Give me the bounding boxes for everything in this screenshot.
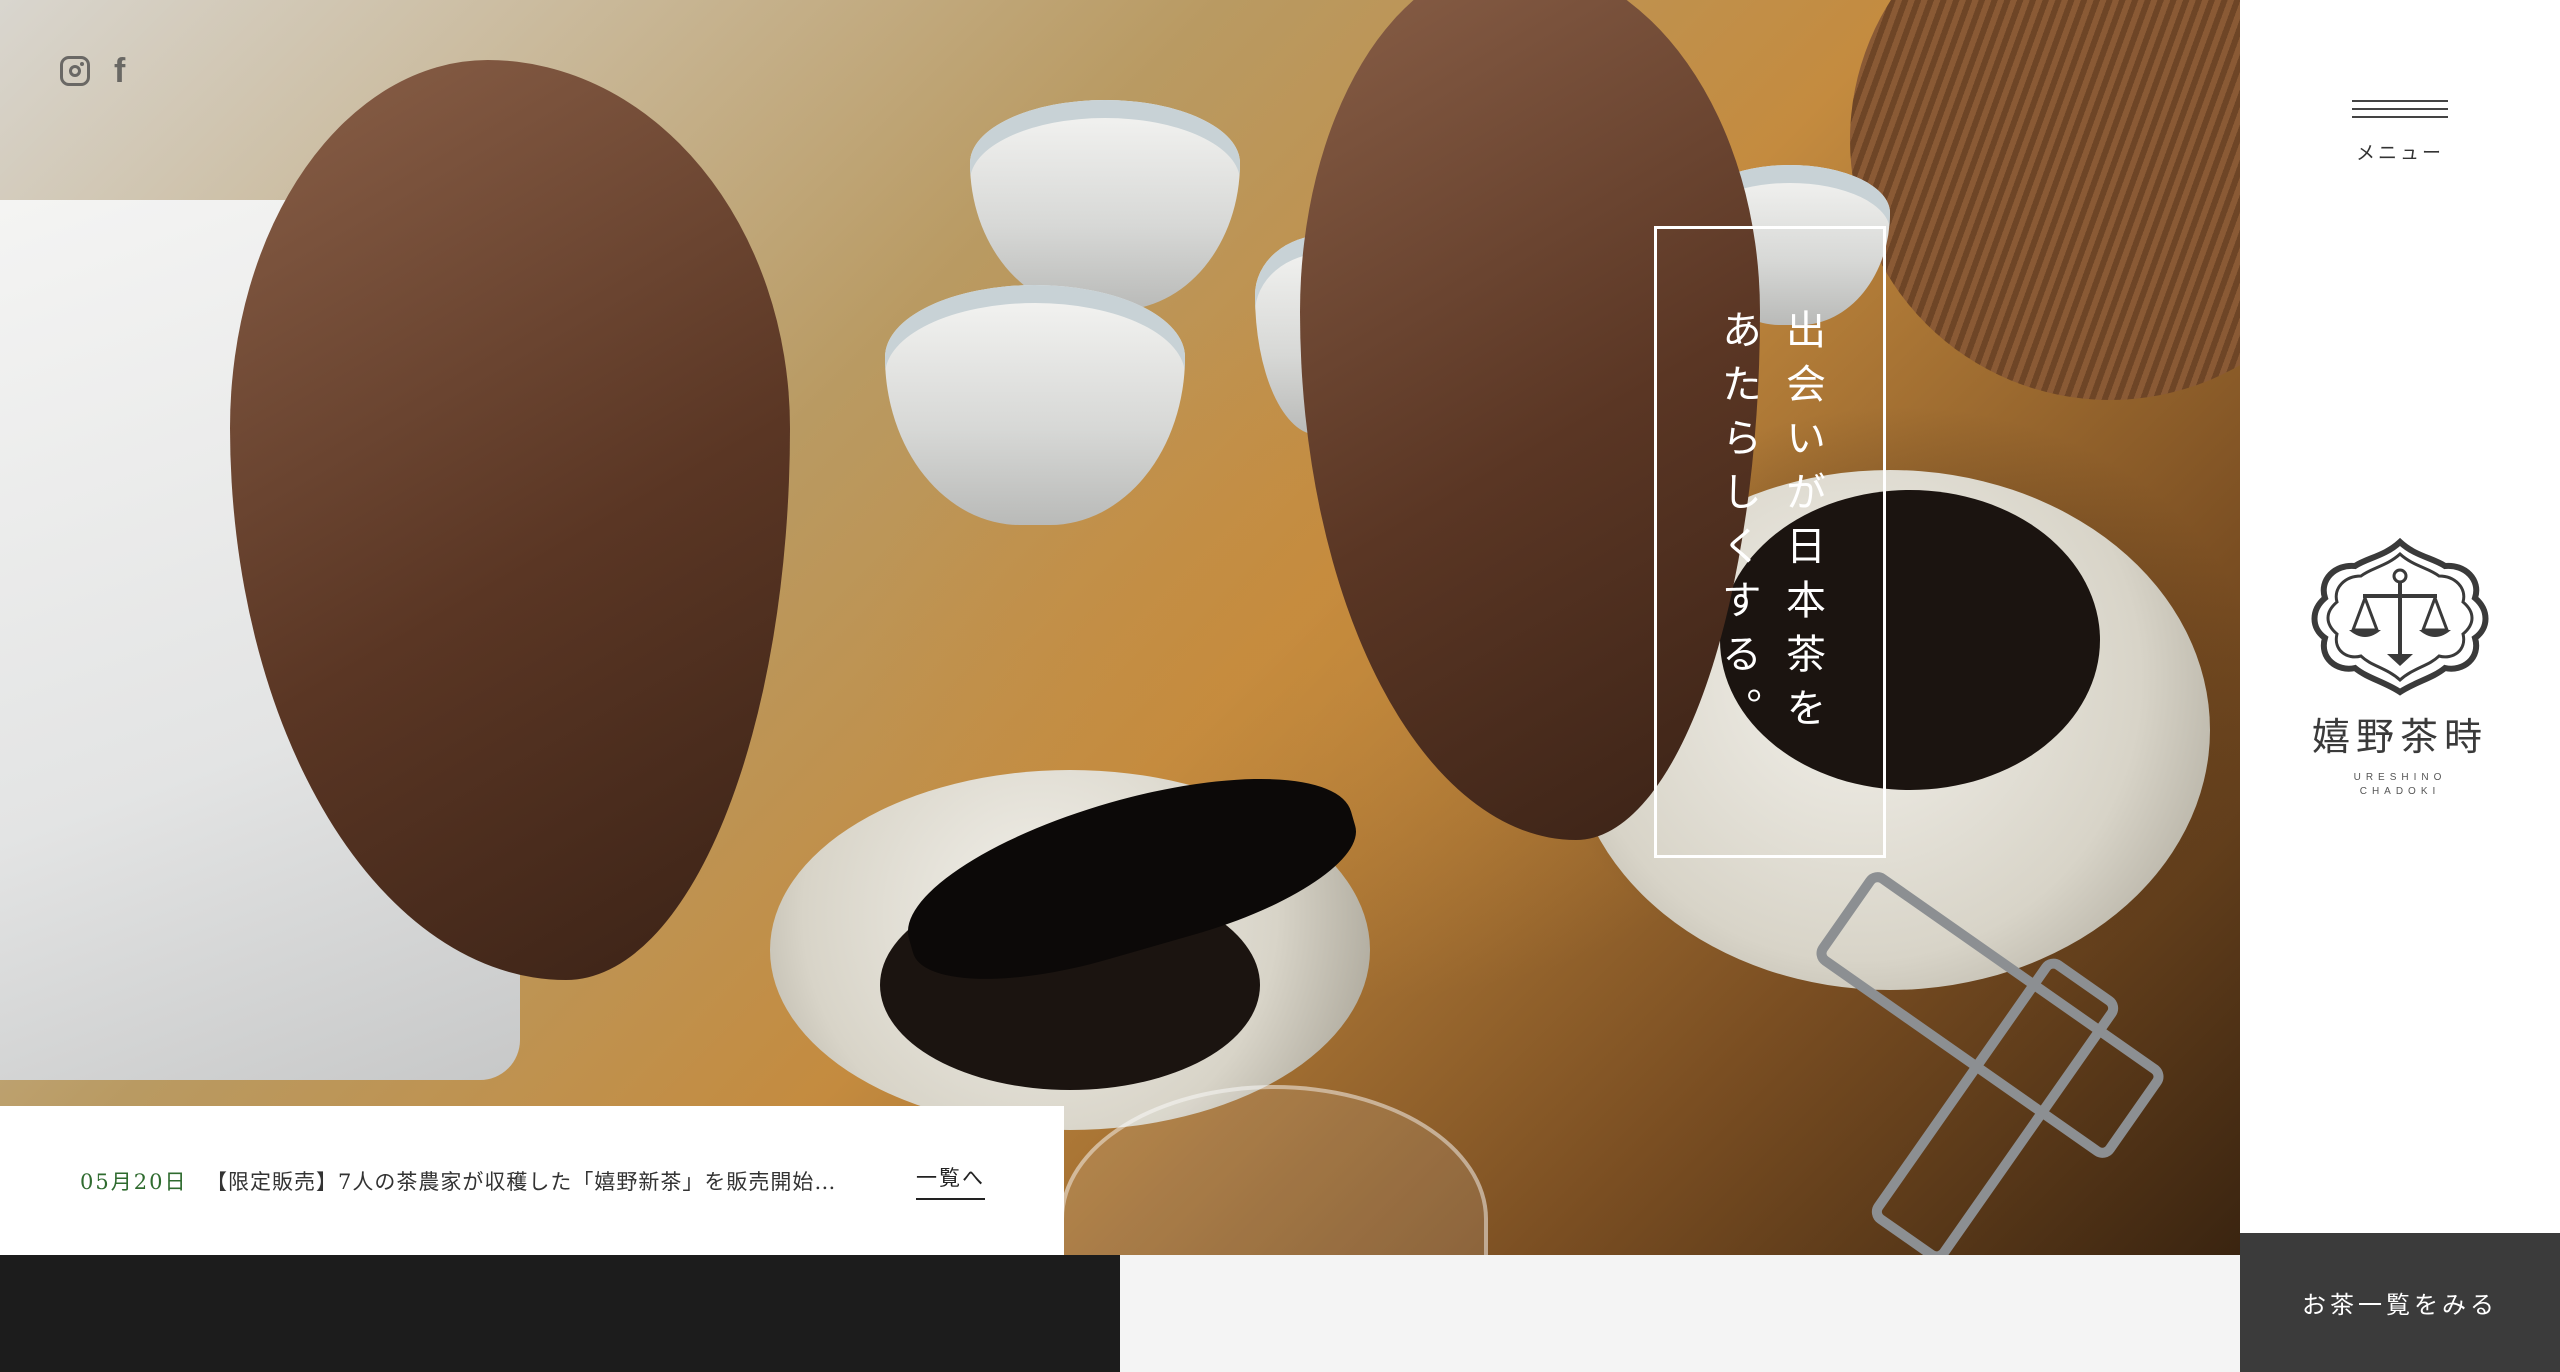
- section-light: [1120, 1255, 2240, 1372]
- catch-line-1: 出会いが日本茶を: [1779, 309, 1825, 741]
- balance-scale-icon: [2311, 537, 2489, 696]
- instagram-icon[interactable]: [60, 56, 90, 86]
- section-dark: [0, 1255, 1120, 1372]
- hero-image: f 出会いが日本茶を あたらしくする。: [0, 0, 2240, 1255]
- catch-line-2: あたらしくする。: [1715, 309, 1761, 741]
- menu-label: メニュー: [2355, 142, 2444, 164]
- social-links: f: [60, 54, 125, 88]
- news-date: 05月20日: [80, 1170, 188, 1194]
- facebook-icon[interactable]: f: [114, 54, 125, 88]
- tea-cup: [970, 100, 1240, 310]
- logo-name: 嬉野茶時: [2311, 715, 2488, 759]
- catch-copy: 出会いが日本茶を あたらしくする。: [1654, 226, 1886, 858]
- news-list-link[interactable]: 一覧へ: [916, 1162, 985, 1200]
- sidebar: メニュー 嬉野茶時 URESHINO CHADOKI: [2240, 0, 2560, 1372]
- site-logo[interactable]: 嬉野茶時 URESHINO CHADOKI: [2304, 536, 2496, 799]
- wooden-tray: [1850, 0, 2240, 400]
- hamburger-icon: [2352, 100, 2448, 118]
- logo-roman-1: URESHINO: [2353, 772, 2447, 783]
- tea-cup: [885, 285, 1185, 525]
- tea-list-button[interactable]: お茶一覧をみる: [2240, 1233, 2560, 1372]
- news-bar: 05月20日 【限定販売】7人の茶農家が収穫した「嬉野新茶」を販売開始… 一覧へ: [0, 1106, 1064, 1256]
- logo-roman-2: CHADOKI: [2359, 786, 2441, 797]
- menu-button[interactable]: メニュー: [2350, 100, 2450, 165]
- news-title-link[interactable]: 【限定販売】7人の茶農家が収穫した「嬉野新茶」を販売開始…: [206, 1166, 836, 1196]
